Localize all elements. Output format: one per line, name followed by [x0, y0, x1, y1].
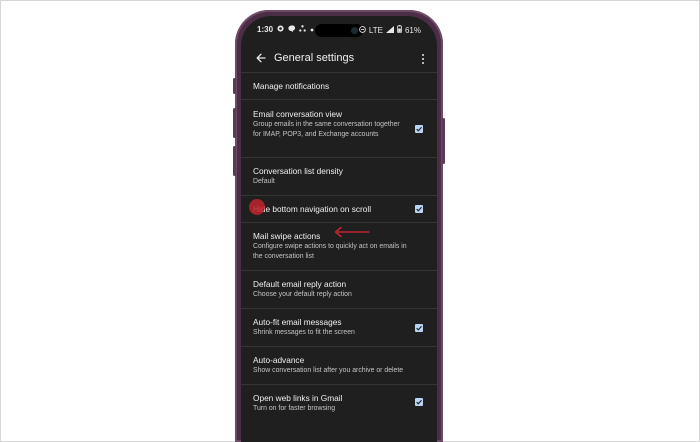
- status-bar-right: LTE 61%: [359, 25, 421, 35]
- checkbox-auto-fit-messages[interactable]: [415, 324, 423, 332]
- dnd-icon: [359, 25, 366, 35]
- camera-icon: [351, 27, 358, 34]
- notification-icon: [277, 25, 284, 34]
- messenger-icon: [288, 25, 296, 34]
- setting-title: Email conversation view: [253, 109, 342, 119]
- setting-title: Conversation list density: [253, 166, 343, 176]
- battery-level: 61%: [404, 25, 421, 35]
- setting-title: Manage notifications: [253, 81, 330, 91]
- setting-text: Auto-advance Show conversation list afte…: [253, 355, 409, 376]
- setting-title: Hide bottom navigation on scroll: [253, 204, 372, 214]
- dynamic-island: [315, 24, 363, 37]
- volume-down-button-2: [233, 146, 236, 176]
- setting-conversation-list-density[interactable]: Conversation list density Default: [241, 157, 437, 195]
- setting-auto-advance[interactable]: Auto-advance Show conversation list afte…: [241, 346, 437, 384]
- setting-subtitle: Shrink messages to fit the screen: [253, 329, 355, 336]
- more-vert-icon[interactable]: [421, 52, 425, 64]
- setting-subtitle: Group emails in the same conversation to…: [253, 121, 400, 138]
- setting-manage-notifications[interactable]: Manage notifications: [241, 72, 437, 99]
- setting-subtitle: Show conversation list after you archive…: [253, 367, 404, 374]
- page-title: General settings: [274, 52, 355, 64]
- network-type: LTE: [368, 25, 383, 35]
- setting-text: Mail swipe actions Configure swipe actio…: [253, 231, 409, 261]
- setting-text: Hide bottom navigation on scroll: [253, 204, 409, 215]
- setting-hide-bottom-navigation[interactable]: Hide bottom navigation on scroll: [241, 195, 437, 222]
- red-arrow-annotation-icon: [334, 226, 370, 238]
- check-icon: [416, 206, 422, 212]
- volume-up-button: [233, 78, 236, 94]
- setting-text: Conversation list density Default: [253, 166, 409, 187]
- setting-title: Open web links in Gmail: [253, 393, 343, 403]
- setting-default-reply-action[interactable]: Default email reply action Choose your d…: [241, 270, 437, 308]
- power-button: [442, 118, 445, 164]
- setting-text: Email conversation view Group emails in …: [253, 109, 409, 139]
- volume-down-button: [233, 108, 236, 138]
- setting-title: Mail swipe actions: [253, 231, 321, 241]
- setting-email-conversation-view[interactable]: Email conversation view Group emails in …: [241, 99, 437, 157]
- checkbox-open-web-links[interactable]: [415, 398, 423, 406]
- setting-subtitle: Turn on for faster browsing: [253, 405, 336, 412]
- setting-auto-fit-messages[interactable]: Auto-fit email messages Shrink messages …: [241, 308, 437, 346]
- status-bar-left: 1:30: [257, 25, 314, 34]
- setting-text: Manage notifications: [253, 81, 409, 92]
- setting-title: Auto-fit email messages: [253, 317, 342, 327]
- check-icon: [416, 399, 422, 405]
- checkbox-hide-bottom-navigation[interactable]: [415, 205, 423, 213]
- setting-text: Open web links in Gmail Turn on for fast…: [253, 393, 409, 414]
- share-icon: [299, 25, 306, 34]
- setting-title: Default email reply action: [253, 279, 347, 289]
- touch-indicator-dot: [249, 199, 265, 215]
- setting-text: Auto-fit email messages Shrink messages …: [253, 317, 409, 338]
- setting-subtitle: Choose your default reply action: [253, 291, 352, 298]
- phone-screen: 1:30 LTE 61% General settings Manage not…: [241, 16, 437, 442]
- setting-open-web-links[interactable]: Open web links in Gmail Turn on for fast…: [241, 384, 437, 422]
- setting-title: Auto-advance: [253, 355, 305, 365]
- arrow-back-icon[interactable]: [255, 51, 267, 63]
- app-bar: General settings: [241, 46, 437, 72]
- check-icon: [416, 325, 422, 331]
- setting-subtitle: Configure swipe actions to quickly act o…: [253, 243, 407, 260]
- signal-icon: [385, 25, 394, 35]
- status-bar: 1:30 LTE 61%: [241, 16, 437, 40]
- setting-text: Default email reply action Choose your d…: [253, 279, 409, 300]
- setting-subtitle: Default: [253, 178, 275, 185]
- dot-icon: [310, 25, 314, 34]
- check-icon: [416, 126, 422, 132]
- status-time: 1:30: [257, 25, 274, 34]
- settings-list: Manage notifications Email conversation …: [241, 72, 437, 422]
- battery-icon: [397, 25, 402, 35]
- checkbox-email-conversation-view[interactable]: [415, 125, 423, 133]
